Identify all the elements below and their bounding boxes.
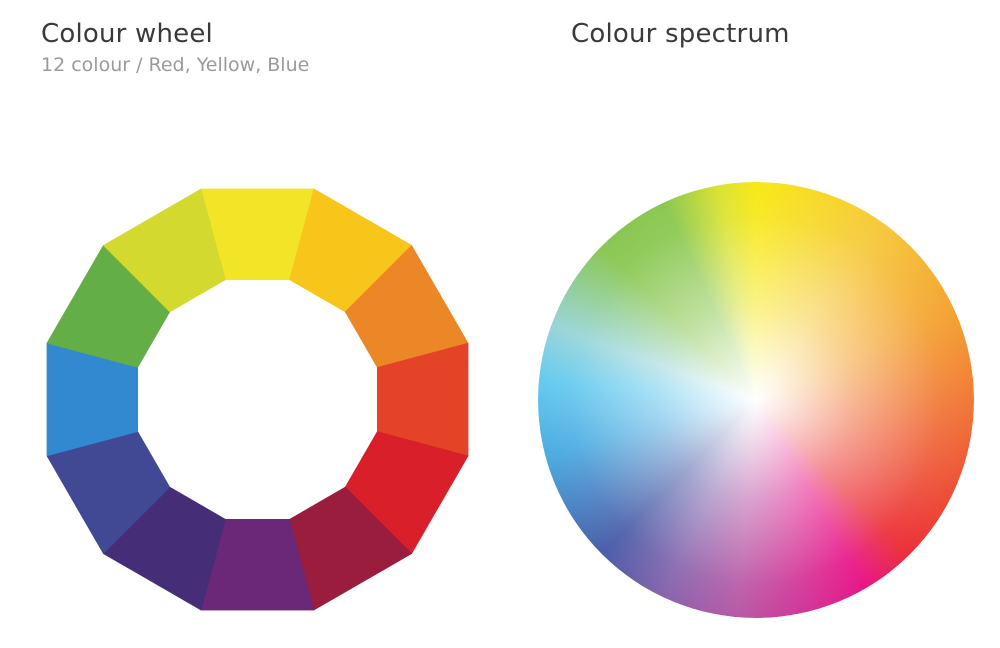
colour-spectrum-title: Colour spectrum: [571, 19, 790, 49]
colour-spectrum: [538, 182, 974, 618]
colour-wheel-title: Colour wheel: [41, 19, 213, 49]
colour-wheel: [46, 188, 469, 611]
spectrum-white-center: [538, 182, 974, 618]
colour-wheel-subtitle: 12 colour / Red, Yellow, Blue: [41, 54, 310, 76]
